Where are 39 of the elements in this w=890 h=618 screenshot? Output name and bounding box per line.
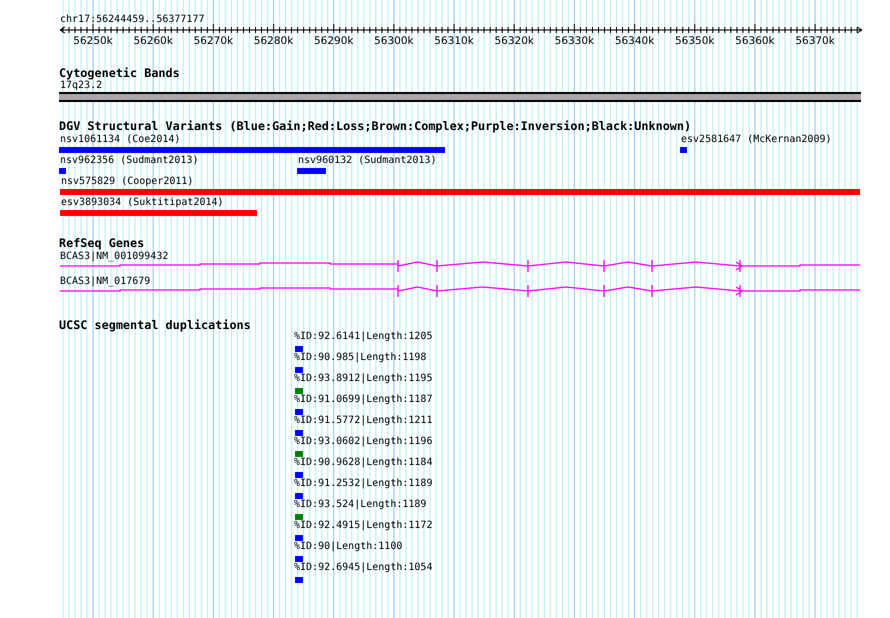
duplication-label: %ID:92.4915|Length:1172 — [294, 520, 432, 532]
tick-label: 56280k — [252, 35, 294, 47]
duplication-label: %ID:92.6945|Length:1054 — [294, 562, 432, 574]
tick-label: 56360k — [734, 35, 776, 47]
tick-label: 56370k — [794, 35, 836, 47]
duplication-label: %ID:93.524|Length:1189 — [294, 499, 426, 511]
variant-label: esv2581647 (McKernan2009) — [681, 134, 832, 146]
duplication-label: %ID:91.2532|Length:1189 — [294, 478, 432, 490]
transcript-label: BCAS3|NM_001099432 — [60, 251, 168, 263]
track-title: UCSC segmental duplications — [59, 319, 251, 331]
tick-label: 56330k — [554, 35, 596, 47]
duplication-label: %ID:91.0699|Length:1187 — [294, 394, 432, 406]
variant-label: nsv1061134 (Coe2014) — [60, 134, 180, 146]
duplication-label: %ID:93.8912|Length:1195 — [294, 373, 432, 385]
tick-label: 56250k — [72, 35, 114, 47]
tick-label: 56270k — [192, 35, 234, 47]
range-label: chr17:56244459..56377177 — [60, 14, 204, 26]
transcript-label: BCAS3|NM_017679 — [60, 276, 150, 288]
tick-label: 56320k — [493, 35, 535, 47]
tick-label: 56260k — [132, 35, 174, 47]
tick-label: 56340k — [614, 35, 656, 47]
track-title: RefSeq Genes — [59, 237, 144, 249]
tick-label: 56350k — [674, 35, 716, 47]
variant-label: nsv575829 (Cooper2011) — [61, 176, 194, 188]
duplication-label: %ID:92.6141|Length:1205 — [294, 331, 432, 343]
tick-label: 56300k — [373, 35, 415, 47]
variant-label: nsv962356 (Sudmant2013) — [60, 155, 198, 167]
variant-label: esv3893034 (Suktitipat2014) — [61, 197, 224, 209]
duplication-label: %ID:93.0602|Length:1196 — [294, 436, 432, 448]
variant-label: nsv960132 (Sudmant2013) — [298, 155, 436, 167]
duplication-label: %ID:90|Length:1100 — [294, 541, 402, 553]
duplication-label: %ID:90.9628|Length:1184 — [294, 457, 432, 469]
duplication-label: %ID:91.5772|Length:1211 — [294, 415, 432, 427]
band-label: 17q23.2 — [60, 80, 102, 92]
track-title: DGV Structural Variants (Blue:Gain;Red:Loss;Brown:Complex;Purple:Inversion;Black:Unknown) — [59, 120, 692, 132]
tick-label: 56290k — [312, 35, 354, 47]
duplication-label: %ID:90.985|Length:1198 — [294, 352, 426, 364]
tick-label: 56310k — [433, 35, 475, 47]
track-title: Cytogenetic Bands — [59, 67, 180, 79]
